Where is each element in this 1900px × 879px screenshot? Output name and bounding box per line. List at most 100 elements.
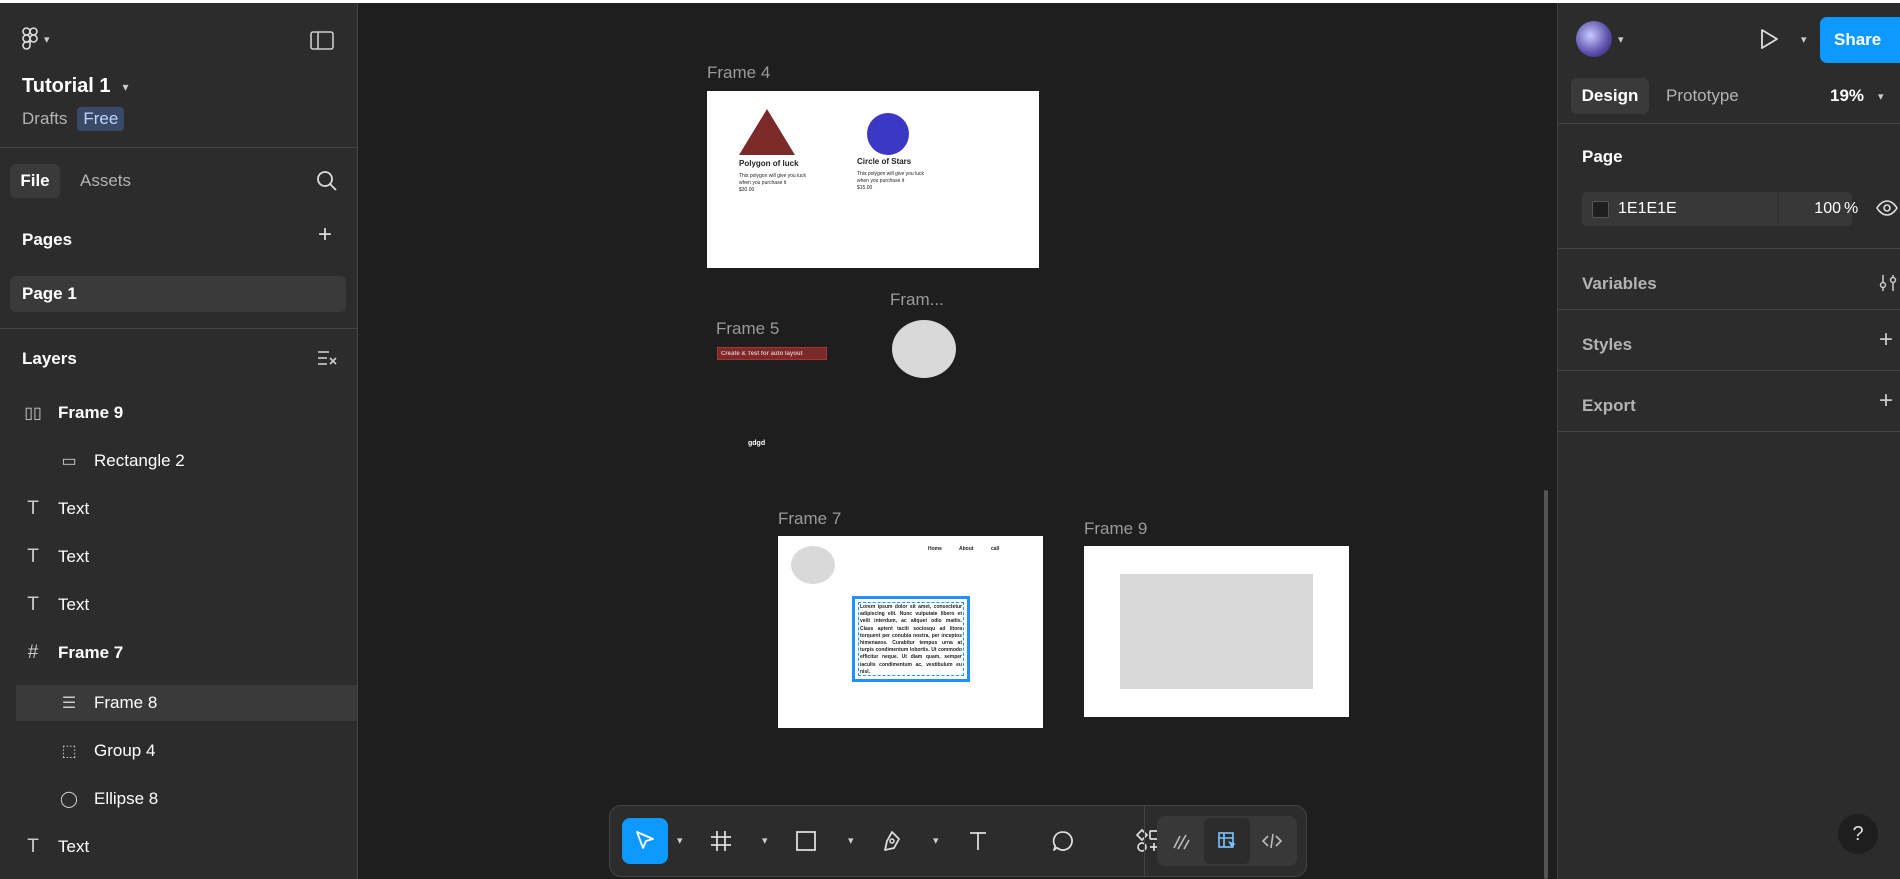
layer-filter-icon[interactable] (316, 348, 338, 368)
canvas[interactable]: Frame 4 Polygon of luck This polygon wil… (359, 3, 1557, 879)
pages-header: Pages (22, 230, 73, 249)
layer-item-text[interactable]: T Text (22, 829, 357, 865)
ellipse-8 (791, 546, 835, 584)
frame-7-label[interactable]: Frame 7 (778, 509, 841, 529)
product-desc: when you purchase it (739, 180, 787, 186)
design-mode-icon (1218, 832, 1236, 848)
figma-logo-icon (22, 27, 38, 50)
mode-switcher (1157, 816, 1297, 866)
add-style-icon[interactable]: + (1879, 328, 1893, 352)
tab-prototype[interactable]: Prototype (1666, 78, 1739, 114)
layer-item-frame-7[interactable]: # Frame 7 (22, 635, 357, 671)
design-mode-button[interactable] (1204, 818, 1250, 864)
layer-item-text[interactable]: T Text (22, 539, 357, 575)
frame-7[interactable]: Home About call Lorem ipsum dolor sit am… (778, 536, 1043, 728)
figma-app: ▾ Tutorial 1 ▾ Drafts Free File Assets P… (0, 0, 1900, 879)
help-button[interactable]: ? (1838, 814, 1878, 854)
tab-design[interactable]: Design (1571, 78, 1649, 114)
pen-tool-icon (884, 831, 900, 851)
frame-5-label[interactable]: Frame 5 (716, 319, 779, 339)
frame-4-label[interactable]: Frame 4 (707, 63, 770, 83)
bg-color-hex[interactable]: 1E1E1E (1618, 200, 1677, 218)
plan-badge: Free (77, 107, 125, 131)
drafts-label[interactable]: Drafts (22, 109, 67, 129)
share-button[interactable]: Share (1820, 17, 1900, 63)
divider (1558, 248, 1900, 249)
comment-tool-button[interactable] (1040, 818, 1086, 864)
move-tool-button[interactable] (622, 818, 668, 864)
zoom-dropdown[interactable]: 19% ▾ (1830, 78, 1884, 114)
product-desc: This polygon will give you luck (857, 171, 924, 177)
layer-item-frame-9[interactable]: ▯▯ Frame 9 (22, 395, 357, 431)
percent-sign: % (1844, 200, 1859, 217)
toggle-sidebar-icon[interactable] (310, 31, 334, 51)
file-title-button[interactable]: Tutorial 1 ▾ (22, 75, 129, 98)
layer-item-frame-8[interactable]: ☰ Frame 8 (58, 685, 357, 721)
main-menu-button[interactable]: ▾ (22, 25, 66, 53)
nav-about: About (959, 546, 974, 552)
frame-5-button-text: Create & Test for auto layout (721, 350, 803, 357)
comment-icon (1052, 831, 1073, 851)
layer-item-text[interactable]: T Text (22, 587, 357, 623)
draw-mode-button[interactable] (1159, 818, 1205, 864)
color-swatch[interactable] (1592, 201, 1609, 218)
avatar[interactable] (1576, 21, 1612, 57)
divider (1558, 309, 1900, 310)
truncated-frame-label[interactable]: Fram... (890, 290, 944, 310)
text-tool-icon (970, 832, 986, 850)
canvas-scrollbar[interactable] (1544, 490, 1548, 879)
chevron-down-icon: ▾ (122, 79, 129, 94)
play-icon[interactable] (1758, 27, 1780, 51)
chevron-down-icon[interactable]: ▾ (762, 834, 768, 847)
frame-4[interactable]: Polygon of luck This polygon will give y… (707, 91, 1039, 268)
text-icon: T (27, 836, 39, 857)
chevron-down-icon[interactable]: ▾ (933, 834, 939, 847)
divider (0, 147, 357, 148)
text-tool-button[interactable] (955, 818, 1001, 864)
zoom-level: 19% (1830, 86, 1865, 105)
styles-section-header[interactable]: Styles (1582, 335, 1632, 355)
auto-layout-vertical-icon: ☰ (61, 695, 77, 712)
bottom-toolbar: ▾ ▾ ▾ ▾ (609, 805, 1307, 877)
background-fill-field[interactable]: 1E1E1E 100 % (1582, 192, 1858, 226)
search-icon[interactable] (316, 170, 338, 192)
opacity-value[interactable]: 100 (1807, 200, 1841, 218)
frame-icon: # (27, 642, 39, 663)
layer-item-ellipse-8[interactable]: ◯ Ellipse 8 (58, 781, 357, 817)
chevron-down-icon[interactable]: ▾ (1801, 33, 1807, 46)
variables-section-header[interactable]: Variables (1582, 274, 1657, 294)
nav-call: call (991, 546, 1000, 552)
tab-file[interactable]: File (10, 164, 60, 198)
add-export-icon[interactable]: + (1879, 389, 1893, 413)
frame-5[interactable]: Create & Test for auto layout (717, 347, 827, 360)
circle-shape (867, 113, 909, 155)
loose-text[interactable]: gdgd (748, 440, 765, 447)
tab-assets[interactable]: Assets (70, 164, 141, 198)
product-desc: This polygon will give you luck (739, 173, 806, 179)
chevron-down-icon[interactable]: ▾ (848, 834, 854, 847)
page-section-header: Page (1582, 147, 1623, 166)
export-section-header[interactable]: Export (1582, 396, 1636, 416)
frame-9-label[interactable]: Frame 9 (1084, 519, 1147, 539)
shape-tool-button[interactable] (783, 818, 829, 864)
frame-8[interactable]: Lorem ipsum dolor sit amet, consectetur … (852, 596, 970, 682)
variables-icon[interactable] (1878, 273, 1898, 293)
chevron-down-icon[interactable]: ▾ (1618, 33, 1624, 46)
add-page-icon[interactable]: + (318, 223, 332, 247)
product-title: Polygon of luck (739, 159, 799, 168)
frame-tool-button[interactable] (698, 818, 744, 864)
left-panel: ▾ Tutorial 1 ▾ Drafts Free File Assets P… (0, 3, 358, 879)
dev-mode-button[interactable] (1249, 818, 1295, 864)
divider (1558, 431, 1900, 432)
layer-item-text[interactable]: T Text (22, 491, 357, 527)
pen-tool-button[interactable] (869, 818, 915, 864)
page-item-page-1[interactable]: Page 1 (10, 276, 346, 312)
triangle-shape (739, 109, 795, 155)
frame-9[interactable] (1084, 546, 1349, 717)
divider (1558, 370, 1900, 371)
eye-icon[interactable] (1876, 199, 1898, 217)
layer-item-rectangle-2[interactable]: ▭ Rectangle 2 (58, 443, 357, 479)
layer-item-group-4[interactable]: ⬚ Group 4 (58, 733, 357, 769)
ellipse-shape[interactable] (892, 320, 956, 378)
chevron-down-icon[interactable]: ▾ (677, 834, 683, 847)
